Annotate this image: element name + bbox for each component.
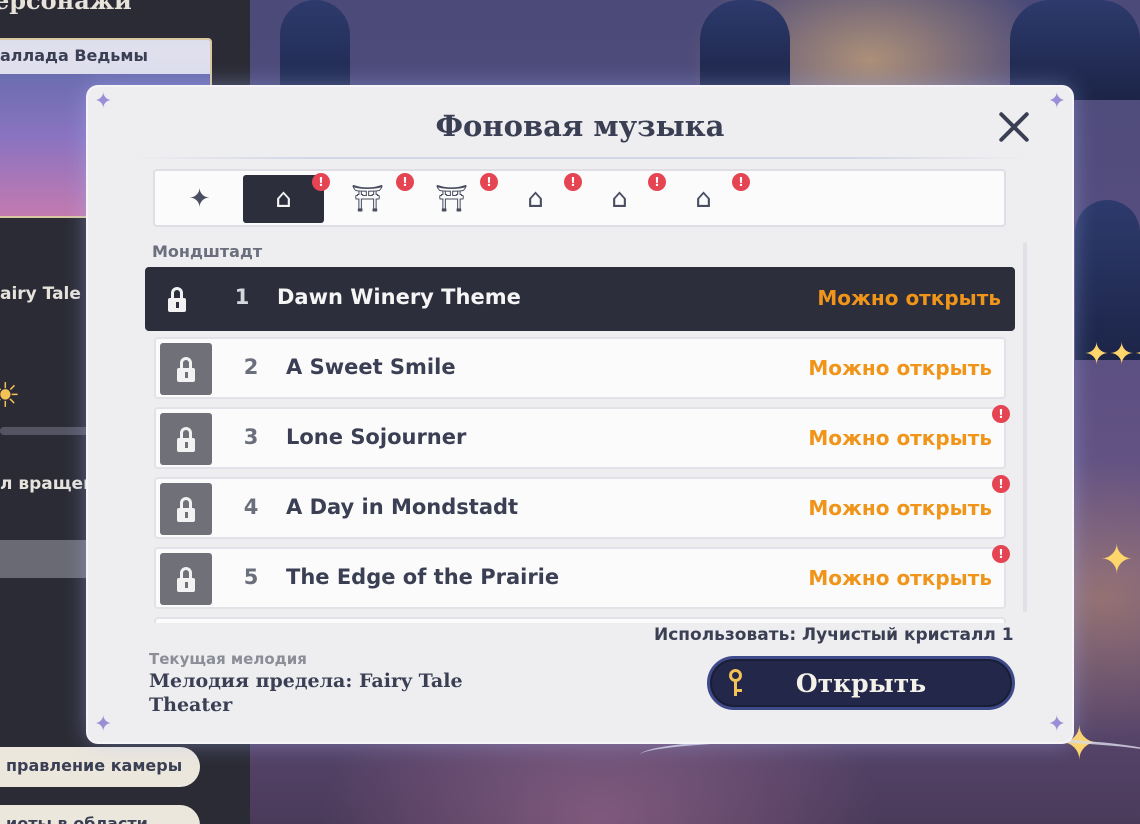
camera-control-button[interactable]: правление камеры (0, 747, 200, 787)
song-alert-badge: ! (992, 405, 1010, 423)
inazuma-gate-icon: ⛩ (434, 184, 468, 214)
song-number: 3 (243, 425, 259, 449)
song-row[interactable]: 1 Dawn Winery Theme Можно открыть (145, 267, 1015, 331)
current-melody-label: Текущая мелодия (149, 650, 307, 668)
sumeru-dome-icon: ⌂ (527, 184, 544, 214)
song-title: Lone Sojourner (286, 425, 467, 449)
tab-liyue[interactable]: ⛩ ! (327, 173, 414, 223)
song-row[interactable]: 4 A Day in Mondstadt Можно открыть ! (154, 475, 1010, 539)
song-status: Можно открыть (817, 286, 1001, 310)
song-alert-badge: ! (992, 475, 1010, 493)
list-scrollbar[interactable] (1023, 242, 1027, 612)
background-music-dialog: ✦ ✦ ✦ ✦ Фоновая музыка ✦ ⌂ ! ⛩ ! ⛩ ! ⌂ !… (88, 87, 1072, 742)
song-number: 2 (243, 355, 259, 379)
lock-icon (151, 273, 203, 325)
fontaine-building-icon: ⌂ (611, 184, 628, 214)
lock-icon (160, 483, 212, 535)
song-row-partial[interactable] (154, 617, 1006, 623)
title-divider (132, 157, 1028, 159)
close-button[interactable] (996, 109, 1032, 145)
side-gray-block (0, 540, 90, 578)
background-star-icon: ✦✦✦ (1084, 337, 1140, 372)
song-status: Можно открыть (808, 426, 992, 450)
lock-icon (160, 413, 212, 465)
side-panel-title: ерсонажи (0, 0, 132, 15)
section-label: Мондштадт (152, 242, 263, 261)
tab-all[interactable]: ✦ (159, 175, 240, 223)
lock-icon (160, 343, 212, 395)
sparkle-star-icon: ✦ (188, 184, 211, 214)
side-row-fairy-tale: airy Tale (0, 284, 81, 304)
tab-mondstadt[interactable]: ⌂ ! (243, 173, 330, 223)
song-title: A Day in Mondstadt (286, 495, 519, 519)
tab-inazuma[interactable]: ⛩ ! (411, 173, 498, 223)
song-title: Dawn Winery Theme (277, 285, 521, 309)
song-status: Можно открыть (808, 566, 992, 590)
song-number: 4 (243, 495, 259, 519)
area-button[interactable]: иоты в области (0, 805, 200, 824)
tab-alert-badge: ! (732, 173, 750, 191)
song-status: Можно открыть (808, 496, 992, 520)
liyue-pavilion-icon: ⛩ (350, 184, 384, 214)
song-title: A Sweet Smile (286, 355, 456, 379)
song-title: The Edge of the Prairie (286, 565, 560, 589)
lock-icon (160, 553, 212, 605)
corner-star-icon: ✦ (1047, 712, 1066, 737)
open-button[interactable]: Открыть (707, 656, 1015, 710)
song-alert-badge: ! (992, 545, 1010, 563)
song-number: 1 (234, 285, 250, 309)
natlan-tower-icon: ⌂ (695, 184, 712, 214)
current-melody-value: Мелодия предела: Fairy Tale Theater (149, 670, 463, 716)
corner-star-icon: ✦ (94, 712, 113, 737)
tab-natlan[interactable]: ⌂ ! (663, 173, 750, 223)
tab-fontaine[interactable]: ⌂ ! (579, 173, 666, 223)
song-row[interactable]: 5 The Edge of the Prairie Можно открыть … (154, 545, 1010, 609)
dialog-title: Фоновая музыка (435, 109, 725, 143)
background-tower (700, 0, 790, 90)
background-tower (1075, 200, 1140, 360)
mondstadt-house-icon: ⌂ (275, 184, 292, 214)
sun-icon: ☀ (0, 376, 21, 416)
background-star-icon: ✦ (1100, 537, 1134, 583)
song-status: Можно открыть (808, 356, 992, 380)
cost-text: Использовать: Лучистый кристалл 1 (654, 625, 1014, 645)
side-card-label: аллада Ведьмы (0, 40, 210, 74)
open-button-label: Открыть (795, 669, 927, 698)
song-number: 5 (243, 565, 259, 589)
tab-sumeru[interactable]: ⌂ ! (495, 173, 582, 223)
side-slider[interactable] (0, 427, 90, 435)
song-row[interactable]: 3 Lone Sojourner Можно открыть ! (154, 405, 1010, 469)
background-tower (1010, 0, 1140, 100)
region-tabs: ✦ ⌂ ! ⛩ ! ⛩ ! ⌂ ! ⌂ ! ⌂ ! (153, 169, 1006, 227)
song-row[interactable]: 2 A Sweet Smile Можно открыть (154, 337, 1006, 399)
